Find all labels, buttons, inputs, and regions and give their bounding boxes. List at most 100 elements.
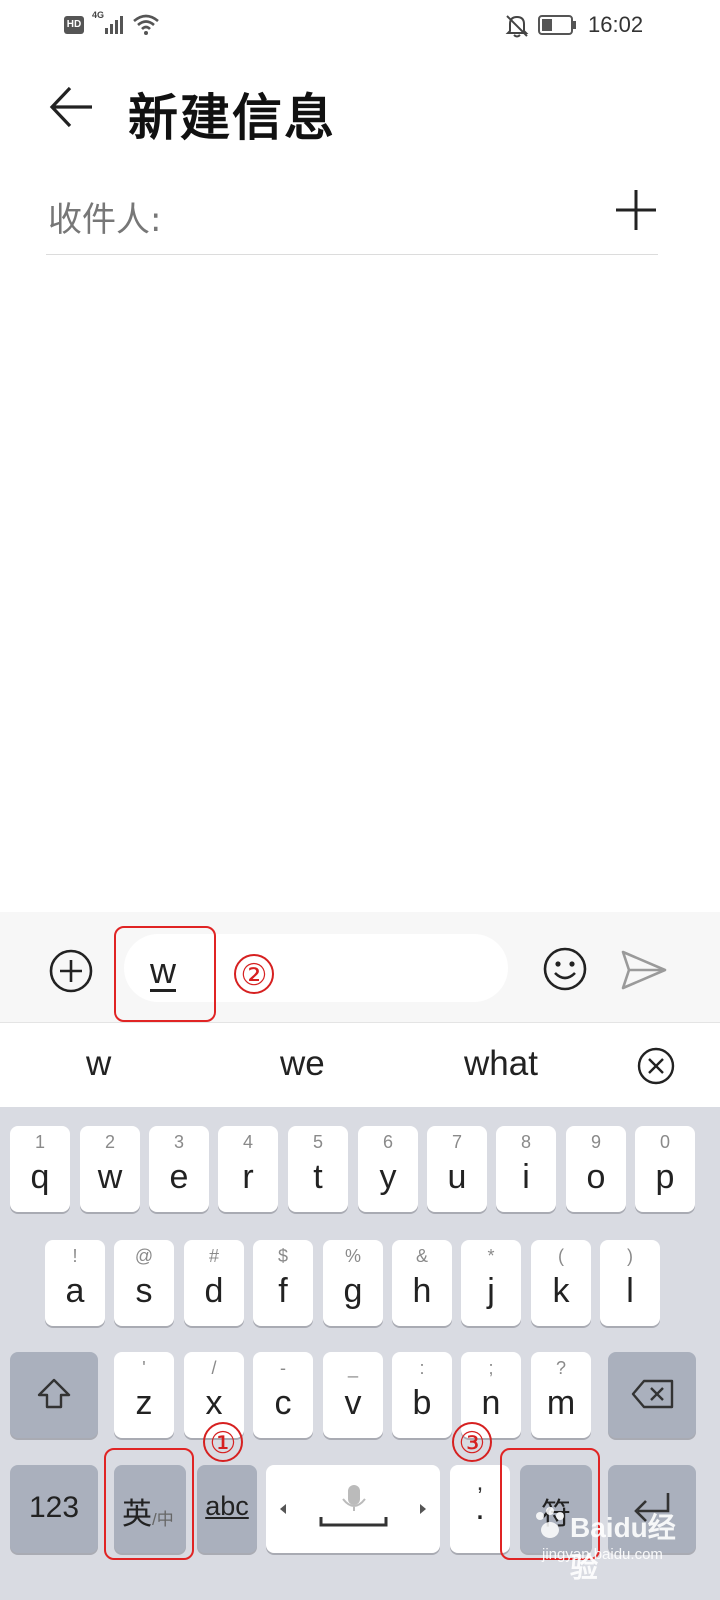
key-e[interactable]: 3e	[149, 1126, 209, 1212]
key-p[interactable]: 0p	[635, 1126, 695, 1212]
backspace-key[interactable]	[608, 1352, 696, 1438]
key-sub-label: !	[72, 1246, 78, 1266]
key-sub-label: ?	[555, 1358, 566, 1378]
key-label: 123	[28, 1491, 80, 1524]
key-label: i	[522, 1158, 530, 1196]
key-sub-label: /	[211, 1358, 217, 1378]
key-sub-label: 4	[242, 1132, 253, 1152]
key-f[interactable]: $ f	[253, 1240, 313, 1326]
key-label: a	[65, 1272, 85, 1310]
key-sub-label: 7	[451, 1132, 462, 1152]
key-sub-label: _	[347, 1358, 358, 1378]
key-v[interactable]: _ v	[323, 1352, 383, 1438]
key-sub-label: #	[208, 1246, 219, 1266]
annotation-number-3: ③	[452, 1422, 492, 1462]
battery-icon	[538, 15, 576, 35]
candidate-word[interactable]: we	[280, 1044, 325, 1084]
attach-plus-circle-icon[interactable]	[48, 948, 94, 994]
key-c[interactable]: -c	[253, 1352, 313, 1438]
wifi-icon	[133, 14, 159, 35]
recipient-divider	[46, 254, 658, 255]
key-r[interactable]: 4r	[218, 1126, 278, 1212]
close-candidates-icon[interactable]	[636, 1046, 676, 1086]
key-sub-label: )	[627, 1246, 633, 1266]
key-sub-label: :	[419, 1358, 425, 1378]
candidate-word[interactable]: what	[464, 1044, 538, 1084]
key-label: g	[343, 1272, 363, 1310]
clock: 16:02	[588, 12, 644, 37]
key-sub-label: 8	[520, 1132, 531, 1152]
key-a[interactable]: ! a	[45, 1240, 105, 1326]
key-u[interactable]: 7u	[427, 1126, 487, 1212]
key-sub-label: -	[280, 1358, 286, 1378]
key-label: p	[655, 1158, 675, 1196]
back-arrow-icon[interactable]	[48, 84, 98, 130]
emoji-icon[interactable]	[542, 946, 588, 992]
key-label: r	[242, 1158, 254, 1196]
key-label: l	[626, 1272, 634, 1310]
key-sub-label: *	[487, 1246, 495, 1266]
key-k[interactable]: (k	[531, 1240, 591, 1326]
space-key[interactable]	[266, 1465, 440, 1553]
space-bar-icon	[280, 1485, 426, 1527]
key-h[interactable]: & h	[392, 1240, 452, 1326]
key-label: c	[274, 1384, 292, 1422]
key-label: n	[481, 1384, 501, 1422]
key-t[interactable]: 5t	[288, 1126, 348, 1212]
key-w[interactable]: 2w	[80, 1126, 140, 1212]
shift-arrow-icon	[37, 1378, 71, 1409]
key-sub-label: @	[134, 1246, 154, 1266]
key-g[interactable]: % g	[323, 1240, 383, 1326]
key-sub-label: (	[558, 1246, 564, 1266]
key-label: t	[313, 1158, 323, 1196]
key-b[interactable]: :b	[392, 1352, 452, 1438]
shift-key[interactable]	[10, 1352, 98, 1438]
key-m[interactable]: ? m	[531, 1352, 591, 1438]
key-label: e	[169, 1158, 189, 1196]
key-label: b	[412, 1384, 432, 1422]
annotation-box-input	[114, 926, 216, 1022]
send-icon[interactable]	[620, 948, 668, 992]
key-o[interactable]: 9o	[566, 1126, 626, 1212]
key-sub-label: &	[415, 1246, 428, 1266]
key-label: v	[344, 1384, 362, 1422]
annotation-number-1: ①	[203, 1422, 243, 1462]
abc-key[interactable]: abc	[197, 1465, 257, 1553]
candidate-word[interactable]: w	[86, 1044, 111, 1084]
key-label: w	[97, 1158, 123, 1196]
baidu-paw-icon	[536, 1507, 564, 1538]
key-q[interactable]: 1q	[10, 1126, 70, 1212]
key-sub-label: ;	[488, 1358, 494, 1378]
key-sub-label: 2	[104, 1132, 115, 1152]
key-l[interactable]: ) l	[600, 1240, 660, 1326]
status-bar: HD 4G 16:02	[0, 0, 720, 52]
key-label: abc	[205, 1491, 249, 1521]
key-label: u	[447, 1158, 467, 1196]
page-title: 新建信息	[128, 89, 336, 147]
key-sub-label: 1	[34, 1132, 45, 1152]
key-z[interactable]: ' z	[114, 1352, 174, 1438]
key-sub-label: 9	[590, 1132, 601, 1152]
key-label: z	[135, 1384, 153, 1422]
key-y[interactable]: 6y	[358, 1126, 418, 1212]
key-sub-label: %	[344, 1246, 361, 1266]
key-sub-label: '	[142, 1358, 146, 1378]
watermark-url: jingyan.baidu.com	[542, 1546, 663, 1563]
key-label: q	[30, 1158, 50, 1196]
annotation-box-language-key	[104, 1448, 194, 1560]
add-recipient-plus-icon[interactable]	[612, 186, 660, 234]
key-label: o	[586, 1158, 606, 1196]
key-label: d	[204, 1272, 224, 1310]
numbers-key[interactable]: 123	[10, 1465, 98, 1553]
key-j[interactable]: * j	[461, 1240, 521, 1326]
key-label: y	[379, 1158, 397, 1196]
key-label: k	[552, 1272, 570, 1310]
key-s[interactable]: @ s	[114, 1240, 174, 1326]
key-d[interactable]: # d	[184, 1240, 244, 1326]
network-type-label: 4G	[92, 10, 105, 20]
key-label: f	[278, 1272, 288, 1310]
key-sub-label: 0	[659, 1132, 670, 1152]
key-i[interactable]: 8i	[496, 1126, 556, 1212]
watermark: Baidu经验 jingyan.baidu.com	[530, 1500, 700, 1583]
recipient-label[interactable]: 收件人:	[48, 192, 161, 241]
